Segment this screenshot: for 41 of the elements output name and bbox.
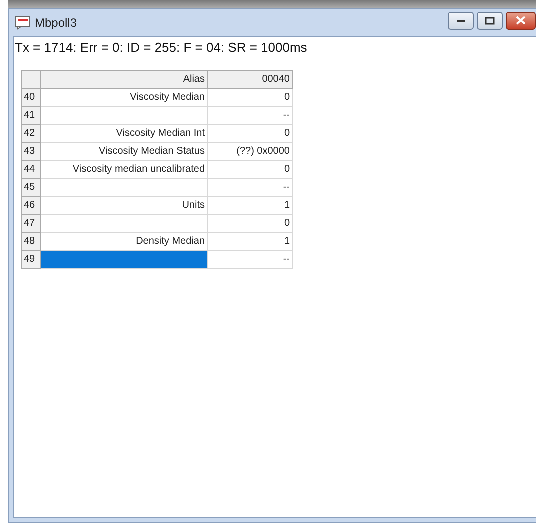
alias-cell[interactable]: Viscosity median uncalibrated: [40, 160, 208, 178]
value-cell[interactable]: 0: [208, 214, 292, 232]
row-header[interactable]: 49: [22, 250, 40, 268]
value-cell[interactable]: (??) 0x0000: [208, 142, 292, 160]
value-cell[interactable]: 0: [208, 160, 292, 178]
alias-cell[interactable]: Units: [40, 196, 208, 214]
alias-cell[interactable]: Viscosity Median Int: [40, 124, 208, 142]
alias-cell[interactable]: Viscosity Median Status: [40, 142, 208, 160]
app-icon: [15, 16, 31, 30]
row-header[interactable]: 46: [22, 196, 40, 214]
maximize-button[interactable]: [477, 12, 503, 30]
row-header[interactable]: 43: [22, 142, 40, 160]
maximize-icon: [485, 16, 495, 24]
value-cell[interactable]: 1: [208, 196, 292, 214]
minimize-icon: [456, 18, 466, 22]
row-header[interactable]: 42: [22, 124, 40, 142]
row-header[interactable]: 47: [22, 214, 40, 232]
close-icon: [516, 16, 526, 25]
alias-cell[interactable]: [40, 178, 208, 196]
column-header[interactable]: Alias: [40, 70, 208, 88]
row-header[interactable]: 48: [22, 232, 40, 250]
value-cell[interactable]: 0: [208, 88, 292, 106]
alias-cell[interactable]: [40, 214, 208, 232]
value-cell[interactable]: --: [208, 178, 292, 196]
status-line: Tx = 1714: Err = 0: ID = 255: F = 04: SR = 1000ms: [14, 39, 308, 57]
alias-cell[interactable]: [40, 250, 208, 268]
row-header[interactable]: 44: [22, 160, 40, 178]
alias-cell[interactable]: Viscosity Median: [40, 88, 208, 106]
close-button[interactable]: [506, 12, 536, 30]
value-cell[interactable]: 1: [208, 232, 292, 250]
column-header[interactable]: 00040: [208, 70, 292, 88]
alias-cell[interactable]: [40, 106, 208, 124]
row-header[interactable]: 40: [22, 88, 40, 106]
corner-cell: [22, 70, 40, 88]
window-title: Mbpoll3: [35, 16, 78, 30]
value-cell[interactable]: --: [208, 106, 292, 124]
value-cell[interactable]: --: [208, 250, 292, 268]
value-cell[interactable]: 0: [208, 124, 292, 142]
row-header[interactable]: 45: [22, 178, 40, 196]
row-header[interactable]: 41: [22, 106, 40, 124]
minimize-button[interactable]: [448, 12, 474, 30]
